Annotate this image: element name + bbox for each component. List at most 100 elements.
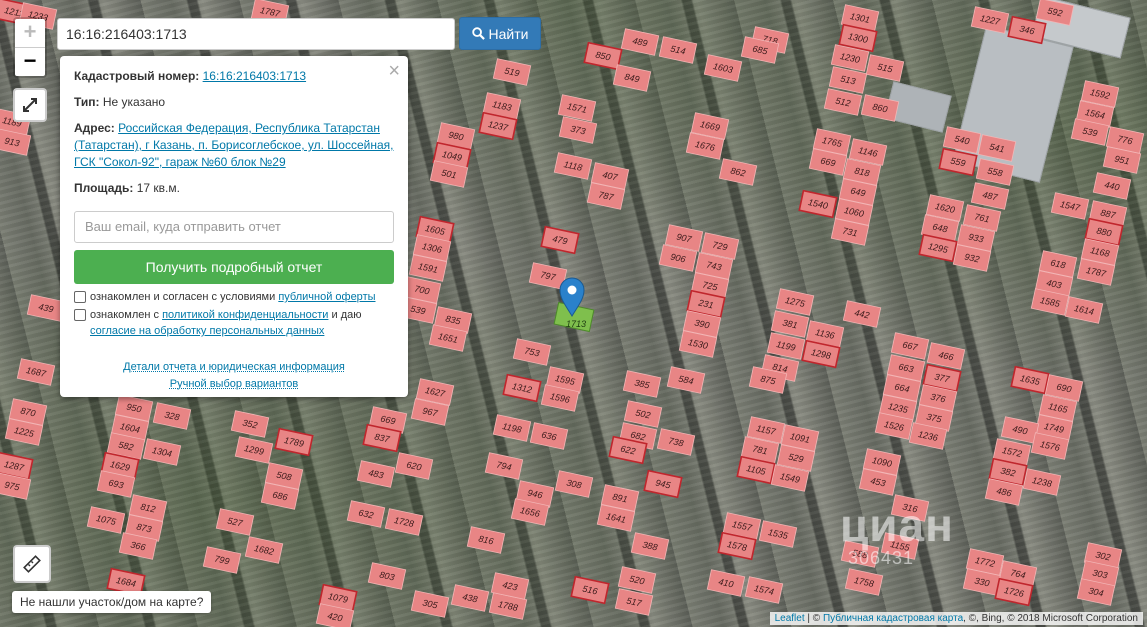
parcel[interactable]: 559 (938, 147, 978, 177)
parcel[interactable]: 667 (890, 332, 930, 360)
parcel[interactable]: 1299 (234, 436, 274, 464)
parcel[interactable]: 516 (570, 575, 610, 605)
parcel[interactable]: 541 (977, 134, 1017, 162)
consent-privacy-label: ознакомлен с (90, 309, 160, 321)
parcel[interactable]: 862 (718, 158, 758, 186)
parcel[interactable]: 620 (394, 452, 434, 480)
cadastral-number-link[interactable]: 16:16:216403:1713 (203, 69, 306, 83)
public-offer-link[interactable]: публичной оферты (278, 291, 375, 303)
parcel[interactable]: 1275 (775, 288, 815, 316)
personal-data-consent-link[interactable]: согласие на обработку персональных данны… (90, 325, 324, 337)
parcel[interactable]: 328 (152, 402, 192, 430)
parcel[interactable]: 1758 (844, 568, 884, 596)
email-field[interactable]: Ваш email, куда отправить отчет (74, 211, 394, 243)
manual-selection-link[interactable]: Ручной выбор вариантов (170, 378, 298, 390)
parcel[interactable]: 1118 (553, 152, 593, 180)
parcel[interactable]: 483 (356, 460, 396, 488)
get-report-button[interactable]: Получить подробный отчет (74, 250, 394, 284)
fullscreen-button[interactable] (13, 88, 47, 122)
parcel[interactable]: 352 (230, 410, 270, 438)
parcel[interactable]: 1199 (766, 332, 806, 360)
parcel[interactable]: 489 (620, 28, 660, 56)
parcel[interactable]: 1198 (492, 414, 532, 442)
parcel[interactable]: 794 (484, 452, 524, 480)
report-details-link[interactable]: Детали отчета и юридическая информация (123, 361, 345, 373)
address-link[interactable]: Российская Федерация, Республика Татарст… (74, 121, 393, 169)
parcel[interactable]: 849 (612, 64, 652, 92)
type-row: Тип: Не указано (74, 94, 394, 111)
parcel[interactable]: 1728 (384, 508, 424, 536)
parcel[interactable]: 945 (643, 469, 683, 499)
parcel[interactable]: 515 (865, 54, 905, 82)
parcel[interactable]: 514 (658, 36, 698, 64)
cadastral-search-input[interactable]: 16:16:216403:1713 (57, 18, 455, 50)
close-icon[interactable]: × (388, 61, 400, 81)
parcel[interactable]: 346 (1007, 15, 1047, 45)
not-found-button[interactable]: Не нашли участок/дом на карте? (12, 591, 212, 613)
parcel[interactable]: 1227 (970, 6, 1010, 34)
parcel-info-popup: × Кадастровый номер: 16:16:216403:1713 Т… (60, 56, 408, 397)
parcel[interactable]: 592 (1035, 0, 1075, 26)
parcel[interactable]: 490 (1000, 416, 1040, 444)
offer-checkbox[interactable] (74, 291, 86, 303)
ruler-icon (23, 555, 41, 573)
parcel[interactable]: 440 (1092, 172, 1132, 200)
search-button[interactable]: Найти (459, 17, 541, 50)
parcel[interactable]: 438 (450, 584, 490, 612)
parcel[interactable]: 799 (202, 546, 242, 574)
parcel[interactable]: 479 (540, 225, 580, 255)
parcel[interactable]: 442 (842, 300, 882, 328)
parcel[interactable]: 519 (492, 58, 532, 86)
parcel[interactable]: 584 (666, 366, 706, 394)
privacy-checkbox[interactable] (74, 309, 86, 321)
parcel[interactable]: 1535 (758, 520, 798, 548)
type-label: Тип: (74, 95, 100, 109)
parcel[interactable]: 803 (367, 562, 407, 590)
parcel[interactable]: 1682 (244, 536, 284, 564)
parcel[interactable]: 1075 (86, 506, 126, 534)
type-value: Не указано (102, 95, 166, 109)
parcel[interactable]: 816 (466, 526, 506, 554)
parcel[interactable]: 1614 (1064, 296, 1104, 324)
parcel[interactable]: 1574 (744, 576, 784, 604)
parcel[interactable]: 860 (860, 94, 900, 122)
zoom-out-button[interactable]: − (15, 47, 45, 76)
parcel[interactable]: 1540 (798, 189, 838, 219)
watermark: циан 306431 (840, 498, 954, 568)
parcel[interactable]: 1312 (502, 373, 542, 403)
privacy-policy-link[interactable]: политикой конфиденциальности (162, 309, 328, 321)
parcel[interactable]: 1635 (1010, 365, 1050, 395)
parcel[interactable]: 527 (215, 508, 255, 536)
zoom-in-button[interactable]: + (15, 19, 45, 47)
parcel[interactable]: 305 (410, 590, 450, 618)
parcel[interactable]: 487 (970, 182, 1010, 210)
parcel[interactable]: 850 (583, 41, 623, 71)
search-button-label: Найти (488, 25, 529, 42)
parcel[interactable]: 385 (622, 370, 662, 398)
area-label: Площадь: (74, 181, 134, 195)
consent-privacy-label-b: и даю (331, 309, 362, 321)
parcel[interactable]: 1687 (16, 358, 56, 386)
parcel[interactable]: 632 (346, 500, 386, 528)
parcel[interactable]: 1304 (142, 438, 182, 466)
watermark-sub: 306431 (848, 548, 915, 568)
parcel[interactable]: 410 (706, 569, 746, 597)
parcel[interactable]: 512 (823, 88, 863, 116)
popup-links: Детали отчета и юридическая информация Р… (74, 359, 394, 393)
parcel[interactable]: 308 (554, 470, 594, 498)
leaflet-link[interactable]: Leaflet (775, 613, 805, 624)
parcel[interactable]: 753 (512, 338, 552, 366)
parcel[interactable]: 636 (529, 422, 569, 450)
parcel[interactable]: 1603 (703, 54, 743, 82)
parcel[interactable]: 388 (630, 532, 670, 560)
parcel[interactable]: 502 (623, 400, 663, 428)
parcel[interactable]: 738 (656, 428, 696, 456)
area-value: 17 кв.м. (136, 181, 180, 195)
cadastral-map-link[interactable]: Публичная кадастровая карта (823, 613, 963, 624)
parcel[interactable]: 381 (770, 310, 810, 338)
parcel[interactable]: 1238 (1022, 468, 1062, 496)
parcel[interactable]: 1547 (1050, 192, 1090, 220)
parcel[interactable]: 1789 (274, 427, 314, 457)
parcel[interactable]: 558 (975, 158, 1015, 186)
measure-button[interactable] (13, 545, 51, 583)
